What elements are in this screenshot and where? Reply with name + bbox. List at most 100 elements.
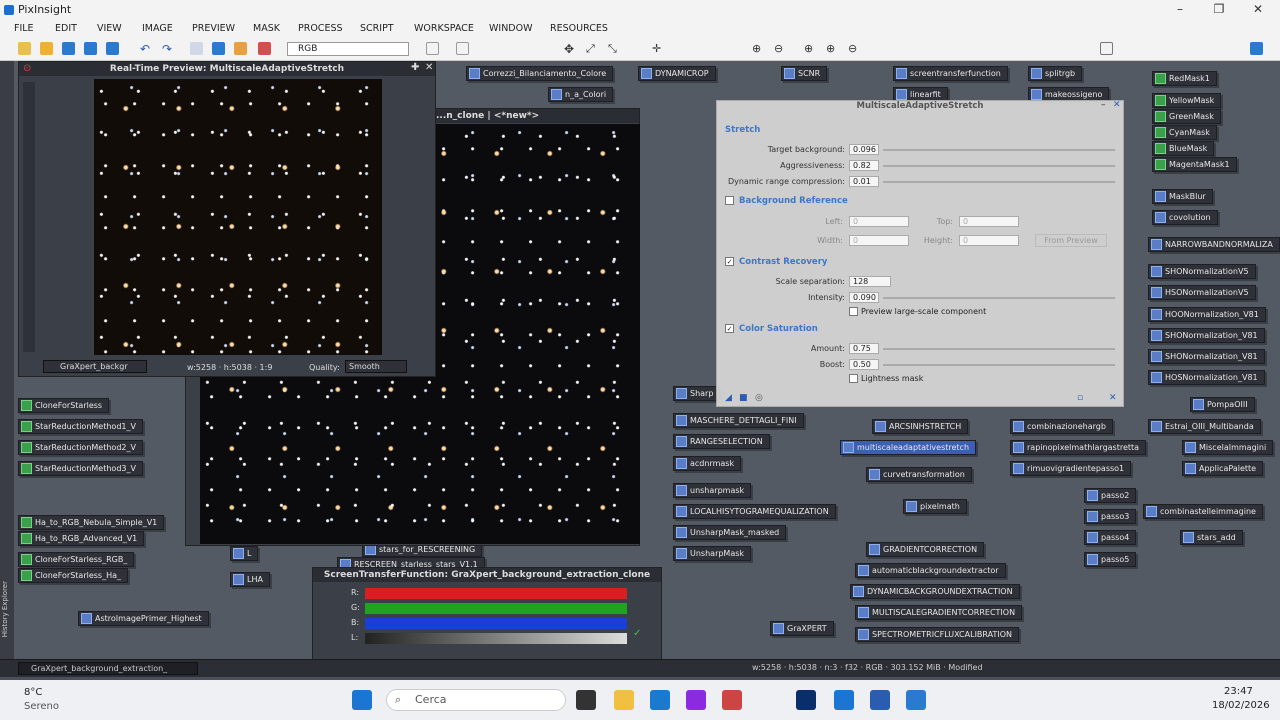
icon-pixelmath[interactable]: pixelmath — [903, 499, 967, 514]
icon-rangeselection[interactable]: RANGESELECTION — [673, 434, 770, 449]
zoom-2-icon[interactable]: ⊖ — [848, 42, 861, 55]
icon-sho-v5[interactable]: SHONormalizationV5 — [1148, 264, 1256, 279]
icon-hos-v81[interactable]: HOSNormalization_V81 — [1148, 370, 1265, 385]
stf-apply-icon[interactable]: ✓ — [633, 628, 641, 639]
icon-mgc[interactable]: MULTISCALEGRADIENTCORRECTION — [855, 605, 1023, 620]
icon-curvetransformation[interactable]: curvetransformation — [866, 467, 972, 482]
new-icon[interactable] — [18, 42, 31, 55]
icon-dynamicrop[interactable]: DYNAMICROP — [638, 66, 716, 81]
zoom-1-icon[interactable]: ⊕ — [826, 42, 839, 55]
history-explorer-tab[interactable]: History Explorer — [1, 581, 9, 637]
stf-red-channel[interactable] — [365, 588, 627, 599]
icon-cyanmask[interactable]: CyanMask — [1152, 125, 1217, 140]
aggressiveness-input[interactable]: 0.82 — [849, 160, 879, 171]
icon-stars-add[interactable]: stars_add — [1180, 530, 1243, 545]
bgref-checkbox[interactable] — [725, 196, 734, 205]
icon-l[interactable]: L — [230, 546, 259, 561]
weather-desc[interactable]: Sereno — [24, 701, 59, 712]
icon-clone-starless-rgb[interactable]: CloneForStarless_RGB_ — [18, 552, 135, 567]
duplicate-icon[interactable] — [456, 42, 469, 55]
icon-spfc[interactable]: SPECTROMETRICFLUXCALIBRATION — [855, 627, 1020, 642]
quality-select[interactable]: Smooth — [345, 360, 407, 373]
explorer-icon[interactable] — [614, 690, 634, 710]
taskbar-search[interactable]: Cerca — [386, 689, 566, 711]
icon-colori[interactable]: n_a_Colori — [548, 87, 614, 102]
icon-ha-rgb-simple[interactable]: Ha_to_RGB_Nebula_Simple_V1 — [18, 515, 165, 530]
bgref-height-input[interactable]: 0 — [959, 235, 1019, 246]
apply-global-icon[interactable]: ◎ — [755, 393, 763, 403]
icon-maschere[interactable]: MASCHERE_DETTAGLI_FINI — [673, 413, 804, 428]
taskview-icon[interactable] — [576, 690, 596, 710]
bgref-top-input[interactable]: 0 — [959, 216, 1019, 227]
preview-canvas[interactable] — [94, 79, 382, 355]
move-icon[interactable]: ✛ — [652, 42, 665, 55]
icon-starreduction2[interactable]: StarReductionMethod2_V — [18, 440, 143, 455]
bgref-section[interactable]: Background Reference — [739, 196, 848, 209]
icon-maskblur[interactable]: MaskBlur — [1152, 189, 1213, 204]
readout-mode-icon[interactable]: ✥ — [564, 42, 577, 56]
menu-process[interactable]: PROCESS — [298, 23, 343, 34]
menu-view[interactable]: VIEW — [97, 23, 122, 34]
menu-image[interactable]: IMAGE — [142, 23, 173, 34]
scale-select[interactable]: 128 — [849, 276, 891, 287]
preview-ls-checkbox[interactable] — [849, 307, 858, 316]
app2-icon[interactable] — [686, 690, 706, 710]
stretch-section[interactable]: Stretch — [725, 125, 760, 138]
preview-pin-icon[interactable]: ✚ — [411, 62, 419, 73]
clock-date[interactable]: 18/02/2026 — [1212, 700, 1270, 711]
app3-icon[interactable] — [722, 690, 742, 710]
undo-all-icon[interactable] — [190, 42, 203, 55]
icon-passo4[interactable]: passo4 — [1084, 530, 1137, 545]
icon-rimuovigradiente[interactable]: rimuovigradientepasso1 — [1010, 461, 1132, 476]
mask-icon[interactable] — [258, 42, 271, 55]
edge-icon[interactable] — [834, 690, 854, 710]
menu-file[interactable]: FILE — [14, 23, 34, 34]
icon-unsharpmask-2[interactable]: UnsharpMask — [673, 546, 752, 561]
menu-workspace[interactable]: WORKSPACE — [414, 23, 474, 34]
from-preview-button[interactable]: From Preview — [1035, 234, 1107, 247]
zoom-fit-icon[interactable]: ⊕ — [804, 42, 817, 55]
icon-gradientcorrection[interactable]: GRADIENTCORRECTION — [866, 542, 985, 557]
icon-unsharpmask-masked[interactable]: UnsharpMask_masked — [673, 525, 787, 540]
icon-unsharpmask[interactable]: unsharpmask — [673, 483, 752, 498]
icon-passo2[interactable]: passo2 — [1084, 488, 1137, 503]
icon-bluemask[interactable]: BlueMask — [1152, 141, 1215, 156]
redo-icon[interactable]: ↷ — [162, 42, 175, 56]
icon-pompaoiii[interactable]: PompaOIII — [1190, 397, 1255, 412]
icon-rapinopixelmath[interactable]: rapinopixelmathlargastretta — [1010, 440, 1147, 455]
icon-acdnrmask[interactable]: acdnrmask — [673, 456, 742, 471]
reset-icon[interactable]: ✕ — [1109, 393, 1117, 403]
icon-arcsinhstretch[interactable]: ARCSINHSTRETCH — [872, 419, 969, 434]
undo-icon[interactable]: ↶ — [140, 42, 153, 56]
icon-applicapalette[interactable]: ApplicaPalette — [1182, 461, 1264, 476]
icon-combinastelle[interactable]: combinastelleimmagine — [1143, 504, 1263, 519]
icon-sho-v81[interactable]: SHONormalization_V81 — [1148, 328, 1265, 343]
icon-dbe[interactable]: DYNAMICBACKGROUNDEXTRACTION — [850, 584, 1020, 599]
icon-redmask[interactable]: RedMask1 — [1152, 71, 1217, 86]
maximize-button[interactable]: ❐ — [1209, 2, 1229, 16]
icon-correzzi[interactable]: Correzzi_Bilanciamento_Colore — [466, 66, 614, 81]
icon-scnr[interactable]: SCNR — [781, 66, 828, 81]
menu-edit[interactable]: EDIT — [55, 23, 77, 34]
clock-time[interactable]: 23:47 — [1224, 686, 1253, 697]
icon-hso-v5[interactable]: HSONormalizationV5 — [1148, 285, 1256, 300]
workspace[interactable]: History Explorer CloneForStarless StarRe… — [0, 61, 1280, 660]
doc-icon[interactable]: ▫ — [1077, 393, 1083, 403]
start-icon[interactable] — [352, 690, 372, 710]
new-instance-icon[interactable]: ◢ — [725, 393, 732, 403]
target-bg-slider[interactable] — [883, 149, 1115, 151]
menu-preview[interactable]: PREVIEW — [192, 23, 235, 34]
icon-passo5[interactable]: passo5 — [1084, 552, 1137, 567]
icon-combinazionehargb[interactable]: combinazionehargb — [1010, 419, 1113, 434]
stf-luminance-channel[interactable] — [365, 633, 627, 644]
boost-input[interactable]: 0.50 — [849, 359, 879, 370]
stf-green-channel[interactable] — [365, 603, 627, 614]
intensity-input[interactable]: 0.090 — [849, 292, 879, 303]
mas-minimize-icon[interactable]: – — [1101, 100, 1106, 110]
app-icon[interactable] — [650, 690, 670, 710]
icon-astroimageprimer[interactable]: AstroImagePrimer_Highest — [78, 611, 209, 626]
preview-close-icon[interactable]: ⊙ — [23, 63, 31, 74]
icon-abe[interactable]: automaticblackgroundextractor — [855, 563, 1006, 578]
pixinsight-taskbar-icon[interactable] — [906, 690, 926, 710]
preview-view-select[interactable]: GraXpert_backgr — [43, 360, 147, 373]
